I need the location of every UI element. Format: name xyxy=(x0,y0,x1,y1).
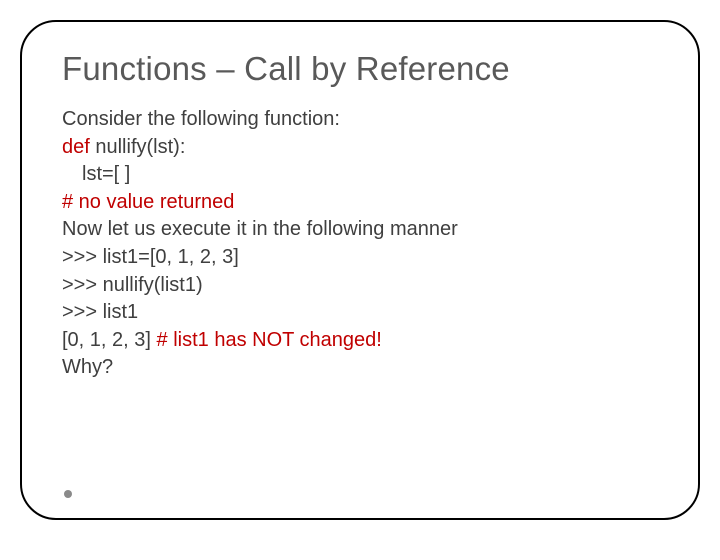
repl-line: >>> list1=[0, 1, 2, 3] xyxy=(62,244,658,272)
output-line: [0, 1, 2, 3] # list1 has NOT changed! xyxy=(62,327,658,355)
comment-text: # list1 has NOT changed! xyxy=(157,329,382,351)
text: Why? xyxy=(62,356,113,378)
code-text: lst=[ ] xyxy=(82,163,130,185)
text-line: Now let us execute it in the following m… xyxy=(62,216,658,244)
code-text: >>> list1 xyxy=(62,301,138,323)
code-text: nullify(lst): xyxy=(90,136,186,158)
text: Now let us execute it in the following m… xyxy=(62,218,458,240)
repl-line: >>> list1 xyxy=(62,299,658,327)
text-line: Consider the following function: xyxy=(62,106,658,134)
code-text: [0, 1, 2, 3] xyxy=(62,329,157,351)
bullet-dot-icon xyxy=(64,490,72,498)
slide-title: Functions – Call by Reference xyxy=(62,50,658,88)
text: Consider the following function: xyxy=(62,108,340,130)
repl-line: >>> nullify(list1) xyxy=(62,272,658,300)
code-text: >>> nullify(list1) xyxy=(62,274,203,296)
text-line: Why? xyxy=(62,354,658,382)
comment-line: # no value returned xyxy=(62,189,658,217)
code-line: lst=[ ] xyxy=(62,161,658,189)
comment-text: # no value returned xyxy=(62,191,234,213)
slide-body: Consider the following function: def nul… xyxy=(62,106,658,382)
keyword-def: def xyxy=(62,136,90,158)
code-line-def: def nullify(lst): xyxy=(62,134,658,162)
slide-frame: Functions – Call by Reference Consider t… xyxy=(20,20,700,520)
code-text: >>> list1=[0, 1, 2, 3] xyxy=(62,246,239,268)
